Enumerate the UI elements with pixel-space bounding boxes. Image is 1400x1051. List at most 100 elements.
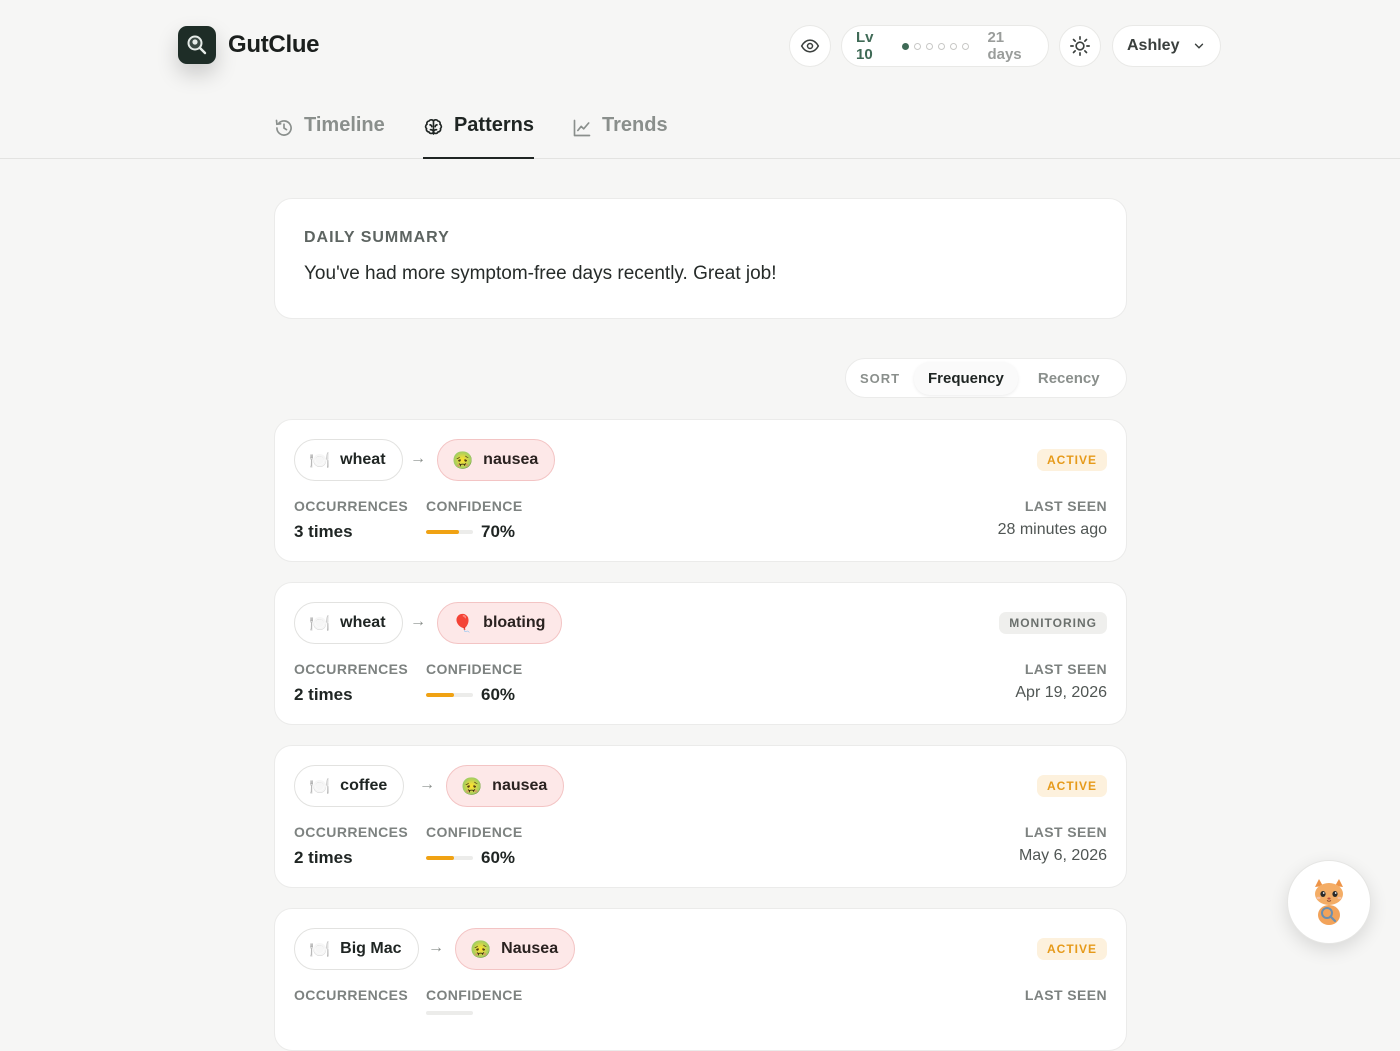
arrow-right-icon: → [410,613,426,630]
mascot-assistant-button[interactable] [1287,860,1371,944]
sun-icon [1070,36,1090,56]
plate-icon: 🍽️ [309,776,331,796]
chevron-down-icon [1194,43,1204,49]
sort-control: SORT Frequency Recency [845,358,1127,398]
last-seen-label: LAST SEEN [1024,824,1107,840]
arrow-right-icon: → [410,450,426,467]
last-seen-label: LAST SEEN [1024,661,1107,677]
tab-label: Patterns [453,114,534,136]
level-dot [926,42,934,50]
food-chip[interactable]: 🍽️ Big Mac [294,928,419,970]
plate-icon: 🍽️ [309,450,331,470]
symptom-name: bloating [483,614,546,631]
confidence-bar-track [426,530,473,534]
sort-frequency-button[interactable]: Frequency [914,361,1018,395]
last-seen-value: 28 minutes ago [997,521,1107,538]
tab-timeline[interactable]: Timeline [274,114,385,159]
confidence-meter: 60% [426,848,515,868]
confidence-label: CONFIDENCE [426,824,523,840]
last-seen-label: LAST SEEN [1024,498,1107,514]
eye-icon [800,39,820,53]
symptom-name: nausea [483,451,539,468]
last-seen-value: May 6, 2026 [1018,847,1107,864]
symptom-icon: 🤢 [452,450,474,470]
pattern-card[interactable]: 🍽️ coffee → 🤢 nausea ACTIVE OCCURRENCES … [274,745,1127,888]
confidence-bar-fill [426,856,455,860]
visibility-toggle-button[interactable] [789,25,831,67]
confidence-bar-track [426,856,473,860]
confidence-label: CONFIDENCE [426,987,523,1003]
pattern-card[interactable]: 🍽️ Big Mac → 🤢 Nausea ACTIVE OCCURRENCES… [274,908,1127,1051]
food-name: wheat [340,451,386,468]
user-name: Ashley [1127,37,1180,54]
arrow-right-icon: → [419,776,435,793]
streak-days: 21 days [987,29,1022,63]
pattern-card[interactable]: 🍽️ wheat → 🎈 bloating MONITORING OCCURRE… [274,582,1127,725]
confidence-label: CONFIDENCE [426,498,523,514]
symptom-name: nausea [492,777,548,794]
last-seen-label: LAST SEEN [1024,987,1107,1003]
level-label: Lv 10 [856,29,874,63]
level-progress-dots [902,42,970,50]
symptom-icon: 🎈 [452,613,474,633]
brain-icon [424,119,443,135]
symptom-chip[interactable]: 🎈 bloating [437,602,563,644]
food-chip[interactable]: 🍽️ wheat [294,602,403,644]
occurrences-label: OCCURRENCES [294,824,409,840]
pattern-card[interactable]: 🍽️ wheat → 🤢 nausea ACTIVE OCCURRENCES 3… [274,419,1127,562]
status-badge: ACTIVE [1036,938,1107,960]
confidence-value: 70% [481,522,516,541]
food-chip[interactable]: 🍽️ coffee [294,765,405,807]
summary-title: DAILY SUMMARY [304,229,450,246]
level-dot [950,42,958,50]
food-chip[interactable]: 🍽️ wheat [294,439,403,481]
level-dot [902,42,910,50]
symptom-chip[interactable]: 🤢 nausea [446,765,565,807]
confidence-bar-fill [426,693,455,697]
occurrences-value: 2 times [294,685,353,704]
history-icon [275,119,292,136]
tab-patterns[interactable]: Patterns [423,114,534,159]
symptom-chip[interactable]: 🤢 nausea [437,439,556,481]
top-bar: GutClue Lv 10 21 days Ashley [0,0,1400,92]
occurrences-label: OCCURRENCES [294,661,409,677]
confidence-label: CONFIDENCE [426,661,523,677]
tab-trends[interactable]: Trends [572,114,668,159]
tab-label: Timeline [304,114,385,136]
app-title: GutClue [228,31,320,58]
food-name: Big Mac [340,940,402,957]
confidence-meter: 70% [426,522,515,542]
confidence-value: 60% [481,848,516,867]
occurrences-value: 2 times [294,848,353,867]
daily-summary-card: DAILY SUMMARY You've had more symptom-fr… [274,198,1127,319]
app-logo[interactable] [178,26,216,64]
status-badge: MONITORING [999,612,1107,634]
cat-mascot-icon [1315,879,1343,925]
confidence-bar-track [426,1011,473,1015]
food-name: wheat [340,614,386,631]
symptom-chip[interactable]: 🤢 Nausea [455,928,576,970]
last-seen-value: Apr 19, 2026 [1015,684,1107,701]
status-badge: ACTIVE [1036,775,1107,797]
plate-icon: 🍽️ [309,939,331,959]
confidence-value: 60% [481,685,516,704]
level-indicator[interactable]: Lv 10 21 days [841,25,1049,67]
status-badge: ACTIVE [1036,449,1107,471]
sort-recency-button[interactable]: Recency [1024,362,1114,395]
user-menu-button[interactable]: Ashley [1112,25,1221,67]
summary-text: You've had more symptom-free days recent… [304,263,777,284]
occurrences-value: 3 times [294,522,353,541]
level-dot [914,42,922,50]
confidence-bar-track [426,693,473,697]
symptom-name: Nausea [501,940,559,957]
tab-label: Trends [602,114,668,136]
level-dot [962,42,970,50]
theme-toggle-button[interactable] [1059,25,1101,67]
confidence-meter: 60% [426,685,515,705]
plate-icon: 🍽️ [309,613,331,633]
main-tabs: Timeline Patterns Trends [0,100,1400,159]
confidence-bar-fill [426,530,459,534]
line-chart-icon [573,119,591,137]
occurrences-label: OCCURRENCES [294,987,409,1003]
occurrences-label: OCCURRENCES [294,498,409,514]
